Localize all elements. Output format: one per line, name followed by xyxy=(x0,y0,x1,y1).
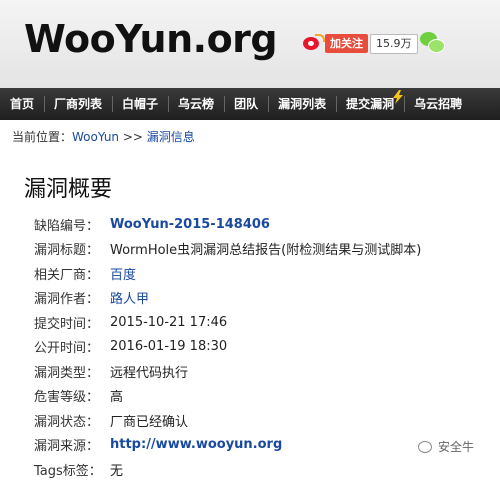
nav-item-submit-bug[interactable]: 提交漏洞 xyxy=(336,88,404,120)
weibo-icon xyxy=(301,34,325,52)
severity-value: 高 xyxy=(110,390,124,406)
detail-row-bug-type: 漏洞类型： 远程代码执行 xyxy=(34,359,494,384)
follow-label: 加关注 xyxy=(325,33,368,53)
nav-item-home[interactable]: 首页 xyxy=(0,88,44,120)
nav-item-submit-label: 提交漏洞 xyxy=(346,97,395,111)
detail-row-vendor: 相关厂商： 百度 xyxy=(34,261,494,286)
detail-key: 提交时间： xyxy=(34,316,100,332)
watermark-label: 安全牛 xyxy=(438,440,475,454)
bug-type-value: 远程代码执行 xyxy=(110,365,189,381)
nav-item-ranking[interactable]: 乌云榜 xyxy=(168,88,224,120)
watermark: 安全牛 xyxy=(418,438,474,455)
nav-item-bug-list[interactable]: 漏洞列表 xyxy=(268,88,336,120)
detail-row-bug-id: 缺陷编号： WooYun-2015-148406 xyxy=(34,212,494,237)
bug-id-link[interactable]: WooYun-2015-148406 xyxy=(110,217,270,232)
detail-key: 漏洞类型： xyxy=(34,365,100,381)
detail-key: 漏洞标题： xyxy=(34,243,100,259)
detail-key: 缺陷编号： xyxy=(34,218,100,234)
detail-row-status: 漏洞状态： 厂商已经确认 xyxy=(34,408,494,433)
breadcrumb-current-link[interactable]: 漏洞信息 xyxy=(147,130,195,144)
page-title: 漏洞概要 xyxy=(24,177,113,202)
source-link[interactable]: http://www.wooyun.org xyxy=(110,437,282,452)
breadcrumb: 当前位置：WooYun >> 漏洞信息 xyxy=(12,128,195,145)
detail-row-title: 漏洞标题： WormHole虫洞漏洞总结报告(附检测结果与测试脚本) xyxy=(34,237,494,262)
vendor-link[interactable]: 百度 xyxy=(110,264,136,283)
bug-title-value: WormHole虫洞漏洞总结报告(附检测结果与测试脚本) xyxy=(110,243,422,259)
detail-row-submit-time: 提交时间： 2015-10-21 17:46 xyxy=(34,310,494,335)
breadcrumb-home-link[interactable]: WooYun xyxy=(72,130,119,144)
detail-key: 相关厂商： xyxy=(34,267,100,283)
breadcrumb-separator: >> xyxy=(119,130,147,144)
detail-key: Tags标签： xyxy=(34,463,102,479)
detail-key: 漏洞状态： xyxy=(34,414,100,430)
site-header: WooYun.org 加关注 15.9万 xyxy=(0,0,500,88)
detail-row-tags: Tags标签： 无 xyxy=(34,457,494,482)
detail-key: 漏洞来源： xyxy=(34,439,100,455)
submit-time-value: 2015-10-21 17:46 xyxy=(110,314,228,330)
detail-key: 危害等级： xyxy=(34,390,100,406)
breadcrumb-prefix: 当前位置： xyxy=(12,130,73,144)
tags-value: 无 xyxy=(110,463,124,479)
detail-row-author: 漏洞作者： 路人甲 xyxy=(34,286,494,311)
nav-item-vendors[interactable]: 厂商列表 xyxy=(44,88,112,120)
status-value: 厂商已经确认 xyxy=(110,414,189,430)
nav-item-jobs[interactable]: 乌云招聘 xyxy=(404,88,472,120)
site-logo[interactable]: WooYun.org xyxy=(24,14,278,64)
detail-key: 公开时间： xyxy=(34,341,100,357)
nav-item-whitehats[interactable]: 白帽子 xyxy=(112,88,168,120)
public-time-value: 2016-01-19 18:30 xyxy=(110,339,228,355)
lightning-bolt-icon xyxy=(393,90,404,104)
wechat-watermark-icon xyxy=(418,440,434,454)
main-nav: 首页 厂商列表 白帽子 乌云榜 团队 漏洞列表 提交漏洞 乌云招聘 xyxy=(0,88,500,120)
detail-row-public-time: 公开时间： 2016-01-19 18:30 xyxy=(34,335,494,360)
wechat-icon[interactable] xyxy=(420,32,445,54)
fans-count-badge: 15.9万 xyxy=(370,34,418,54)
detail-row-severity: 危害等级： 高 xyxy=(34,384,494,409)
author-link[interactable]: 路人甲 xyxy=(110,288,149,307)
detail-key: 漏洞作者： xyxy=(34,292,100,308)
nav-item-teams[interactable]: 团队 xyxy=(224,88,268,120)
weibo-follow-button[interactable]: 加关注 xyxy=(301,33,368,53)
